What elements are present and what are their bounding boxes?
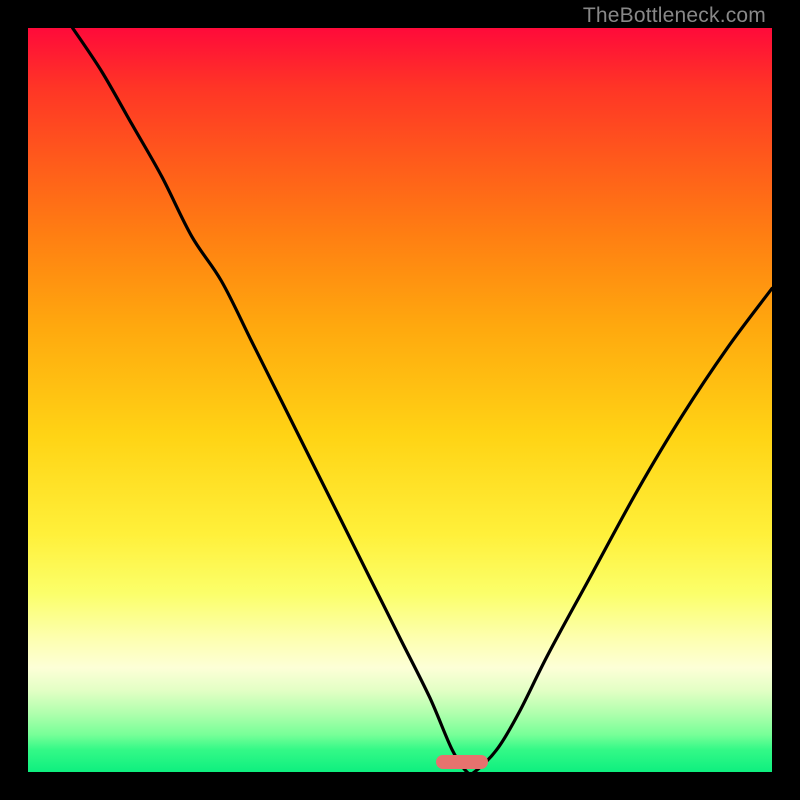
bottleneck-curve <box>28 28 772 772</box>
plot-area <box>28 28 772 772</box>
watermark-text: TheBottleneck.com <box>583 4 766 28</box>
optimal-marker <box>436 755 488 769</box>
chart-frame: TheBottleneck.com <box>0 0 800 800</box>
